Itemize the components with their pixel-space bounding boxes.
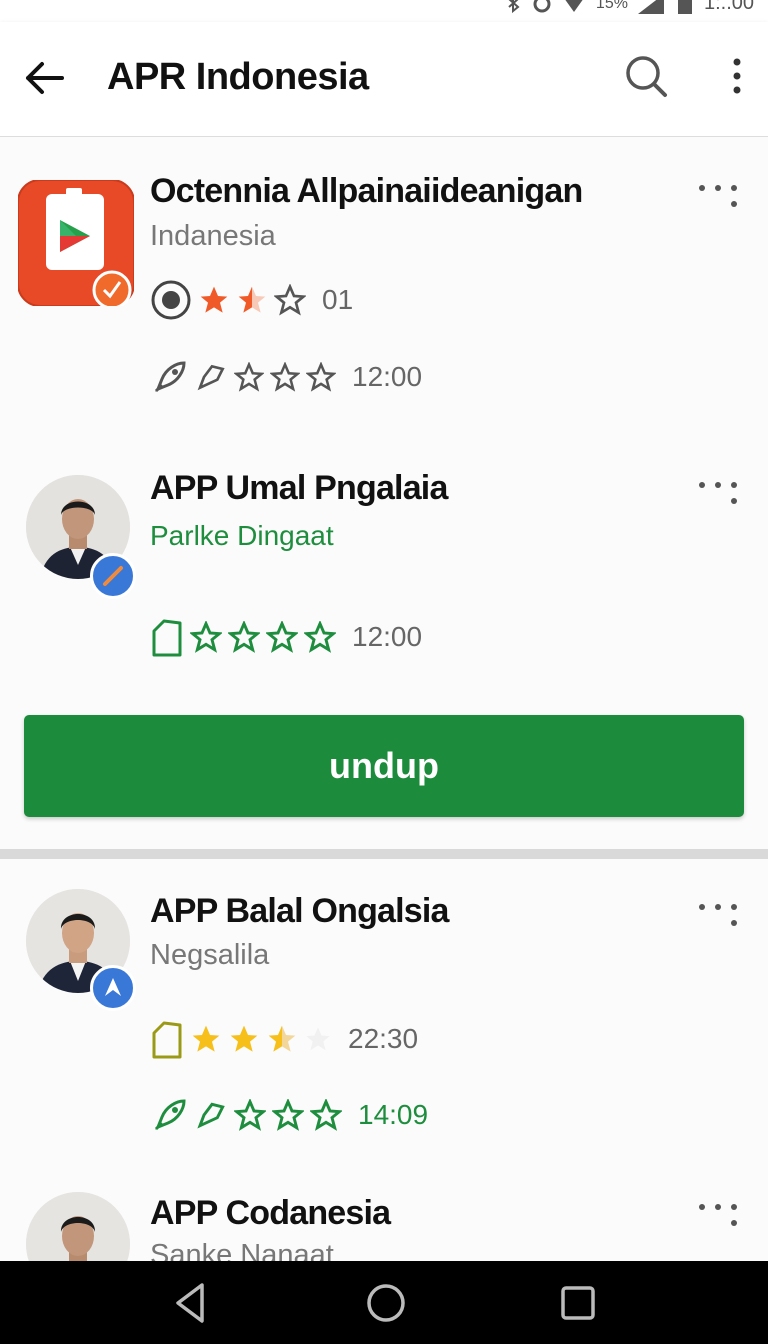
app-bar: APR Indonesia bbox=[0, 22, 768, 137]
clock: 1:..00 bbox=[703, 0, 754, 14]
star-outline-icon bbox=[270, 362, 300, 392]
item-title: APP Balal Ongalsia bbox=[150, 892, 449, 930]
star-outline-icon bbox=[234, 1099, 266, 1131]
alarm-icon bbox=[533, 0, 551, 12]
list-item[interactable]: APP Balal Ongalsia Negsalila 22:30 14:09 bbox=[0, 859, 768, 1159]
wifi-icon bbox=[565, 0, 583, 12]
nav-recents-button[interactable] bbox=[556, 1281, 600, 1325]
list-item[interactable]: APP Codanesia Sanke Nanaat bbox=[0, 1159, 768, 1261]
rating-row: 01 bbox=[150, 279, 353, 321]
page-title: APR Indonesia bbox=[107, 56, 369, 98]
list-item[interactable]: Octennia Allpainaiideanigan Indanesia 01… bbox=[0, 137, 768, 437]
item-time: 22:30 bbox=[348, 1023, 419, 1054]
nav-home-icon bbox=[367, 1284, 405, 1322]
item-overflow-button[interactable] bbox=[696, 182, 742, 212]
item-overflow-button[interactable] bbox=[696, 1201, 742, 1231]
meta-row: 14:09 bbox=[150, 1095, 428, 1135]
item-overflow-button[interactable] bbox=[696, 901, 742, 931]
star-icon bbox=[200, 286, 228, 313]
star-half-icon bbox=[268, 1025, 296, 1052]
nav-back-button[interactable] bbox=[170, 1281, 214, 1325]
system-nav-bar bbox=[0, 1261, 768, 1344]
battery-percent: 15% bbox=[595, 0, 628, 12]
star-icon bbox=[230, 1025, 258, 1052]
overflow-dots-icon bbox=[699, 1204, 737, 1226]
tag-icon bbox=[152, 619, 182, 657]
radio-icon bbox=[151, 280, 191, 320]
star-outline-icon bbox=[274, 284, 306, 316]
item-time: 12:00 bbox=[352, 621, 423, 652]
star-outline-icon bbox=[306, 362, 336, 392]
more-vert-icon bbox=[733, 58, 741, 94]
rocket-icon bbox=[154, 1099, 186, 1131]
item-subtitle: Negsalila bbox=[150, 939, 270, 971]
status-bar: 15% 1:..00 bbox=[0, 0, 768, 22]
nav-home-button[interactable] bbox=[364, 1281, 408, 1325]
overflow-dots-icon bbox=[699, 904, 737, 926]
app-icon bbox=[17, 179, 135, 310]
tag-icon bbox=[152, 1021, 182, 1059]
rocket-icon bbox=[154, 361, 186, 393]
star-outline-icon bbox=[228, 621, 260, 653]
verified-badge bbox=[90, 553, 136, 599]
more-options-button[interactable] bbox=[724, 52, 750, 100]
battery-icon bbox=[677, 0, 692, 14]
back-button[interactable] bbox=[20, 54, 68, 102]
rating-row: 12:00 bbox=[150, 617, 422, 657]
item-subtitle: Parlke Dingaat bbox=[150, 520, 334, 551]
overflow-dots-icon bbox=[699, 482, 737, 504]
item-time: 14:09 bbox=[358, 1099, 429, 1130]
star-icon bbox=[192, 1025, 220, 1052]
list-item[interactable]: APP Umal Pngalaia Parlke Dingaat 12:00 bbox=[0, 437, 768, 697]
star-outline-icon bbox=[310, 1099, 342, 1131]
meta-row: 12:00 bbox=[150, 357, 422, 397]
status-icons: 15% 1:..00 bbox=[506, 0, 754, 15]
tag-icon bbox=[197, 1102, 225, 1129]
item-title: APP Codanesia bbox=[150, 1194, 391, 1232]
verified-badge bbox=[90, 965, 136, 1011]
item-title: APP Umal Pngalaia bbox=[150, 469, 448, 507]
star-empty-icon bbox=[306, 1027, 330, 1051]
star-outline-icon bbox=[272, 1099, 304, 1131]
star-outline-icon bbox=[266, 621, 298, 653]
star-half-icon bbox=[238, 286, 266, 313]
tag-icon bbox=[197, 364, 225, 391]
star-outline-icon bbox=[304, 621, 336, 653]
overflow-dots-icon bbox=[699, 185, 737, 207]
primary-action-button[interactable]: undup bbox=[24, 715, 744, 817]
star-outline-icon bbox=[190, 621, 222, 653]
item-title: Octennia Allpainaiideanigan bbox=[150, 172, 583, 210]
item-count: 01 bbox=[322, 284, 354, 315]
item-subtitle: Sanke Nanaat bbox=[150, 1239, 334, 1261]
star-outline-icon bbox=[234, 362, 264, 392]
bluetooth-icon bbox=[508, 0, 520, 13]
search-button[interactable] bbox=[622, 52, 670, 100]
signal-icon bbox=[637, 0, 664, 14]
search-icon bbox=[626, 56, 667, 97]
content-list[interactable]: Octennia Allpainaiideanigan Indanesia 01… bbox=[0, 137, 768, 1261]
item-overflow-button[interactable] bbox=[696, 479, 742, 509]
section-divider bbox=[0, 849, 768, 859]
item-time: 12:00 bbox=[352, 361, 423, 392]
nav-back-icon bbox=[176, 1283, 204, 1323]
avatar bbox=[26, 1192, 130, 1261]
item-subtitle: Indanesia bbox=[150, 220, 276, 252]
nav-recents-icon bbox=[561, 1286, 595, 1320]
rating-row: 22:30 bbox=[150, 1019, 418, 1059]
back-arrow-icon bbox=[26, 62, 64, 94]
